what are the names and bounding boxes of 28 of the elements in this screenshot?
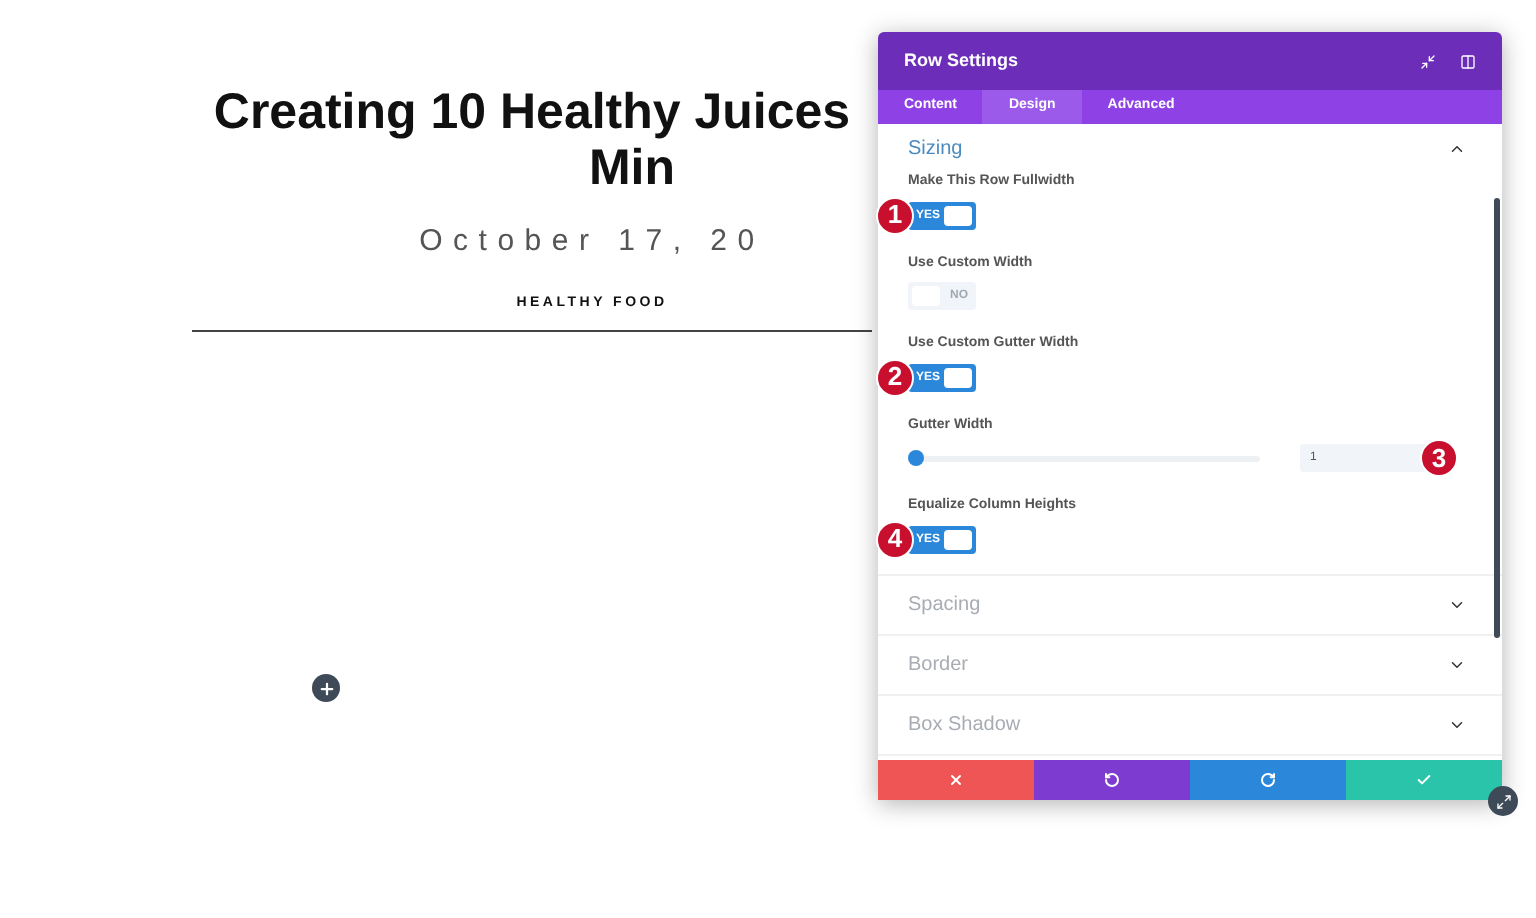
toggle-knob: [944, 367, 972, 387]
number-marker: 3: [1420, 439, 1458, 477]
number-marker: 2: [876, 358, 914, 396]
number-marker: 1: [876, 196, 914, 234]
article-title: Creating 10 Healthy Juices: [213, 84, 851, 140]
close-icon: [948, 772, 964, 788]
toggle-knob: [944, 205, 972, 225]
collapse-icon[interactable]: [1420, 53, 1436, 69]
section-header[interactable]: Sizing: [878, 124, 1478, 172]
toggle-knob: [944, 529, 972, 549]
section-header[interactable]: Spacing: [878, 575, 1478, 633]
article-date: October 17, 20: [417, 222, 765, 262]
add-button[interactable]: [312, 674, 340, 702]
check-icon: [1416, 772, 1432, 788]
slider-thumb[interactable]: [907, 449, 924, 465]
section-header[interactable]: Border: [878, 635, 1478, 693]
save-button[interactable]: [1346, 760, 1502, 800]
section-header[interactable]: Box Shadow: [878, 695, 1478, 753]
scrollbar-thumb[interactable]: [1494, 198, 1500, 638]
panel-title: Row Settings: [904, 47, 1021, 74]
article-title: Min: [586, 140, 676, 196]
plus-icon: [317, 679, 335, 697]
number-marker: 4: [876, 520, 914, 558]
resize-icon: [1495, 793, 1511, 809]
resize-handle[interactable]: [1488, 786, 1518, 816]
undo-icon: [1104, 772, 1120, 788]
sidebar-icon[interactable]: [1460, 53, 1476, 69]
redo-icon: [1260, 772, 1276, 788]
